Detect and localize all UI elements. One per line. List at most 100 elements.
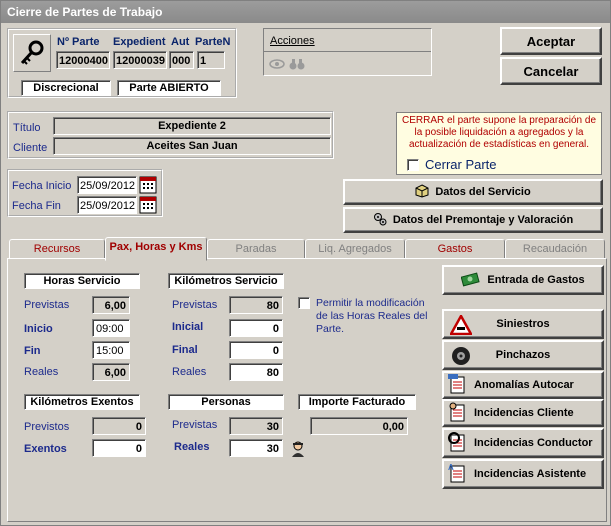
incidencias-asistente-button[interactable]: A Incidencias Asistente — [442, 459, 604, 489]
warning-icon — [448, 313, 474, 338]
tab-liq-agregados[interactable]: Liq. Agregados — [305, 239, 405, 259]
horas-reales-field: 6,00 — [92, 363, 130, 381]
tab-pax-horas-kms[interactable]: Pax, Horas y Kms — [105, 237, 207, 261]
client-report-icon — [448, 402, 468, 425]
money-icon — [461, 271, 481, 290]
binoculars-icon[interactable] — [289, 56, 305, 72]
entrada-gastos-label: Entrada de Gastos — [487, 274, 585, 286]
personas-previstas-label: Previstas — [172, 419, 218, 431]
calendar-fin-icon[interactable] — [139, 196, 157, 214]
dialog-window: Cierre de Partes de Trabajo Nº Parte Exp… — [0, 0, 611, 526]
assistant-report-icon: A — [448, 463, 468, 486]
km-exentos-previstos-field: 0 — [92, 417, 146, 435]
km-inicial-label: Inicial — [172, 321, 204, 333]
horas-fin-label: Fin — [24, 345, 41, 357]
gears-icon — [373, 212, 387, 229]
personas-title: Personas — [168, 394, 284, 410]
calendar-inicio-icon[interactable] — [139, 176, 157, 194]
titulo-label: Título — [13, 122, 41, 134]
titulo-cliente-group: Título Expediente 2 Cliente Aceites San … — [7, 111, 334, 159]
parten-field: 1 — [197, 51, 225, 69]
km-final-label: Final — [172, 344, 198, 356]
datos-servicio-button[interactable]: Datos del Servicio — [343, 179, 603, 205]
cerrar-panel: CERRAR el parte supone la preparación de… — [396, 112, 602, 175]
cerrar-parte-check[interactable] — [407, 158, 419, 171]
cliente-label: Cliente — [13, 142, 48, 154]
horas-previstas-label: Previstas — [24, 299, 70, 311]
aut-field: 000 — [169, 51, 194, 69]
km-reales-input[interactable]: 80 — [229, 363, 283, 381]
tire-icon — [450, 346, 472, 369]
horas-previstas-field: 6,00 — [92, 296, 130, 314]
cerrar-note: CERRAR el parte supone la preparación de… — [402, 115, 596, 150]
importe-title: Importe Facturado — [298, 394, 416, 410]
datos-premontaje-button[interactable]: Datos del Premontaje y Valoración — [343, 207, 603, 233]
cancelar-button[interactable]: Cancelar — [500, 57, 602, 85]
fecha-fin-input[interactable]: 25/09/2012 — [77, 196, 137, 214]
anomalias-autocar-button[interactable]: Anomalías Autocar — [442, 371, 604, 399]
col-aut-label: Aut — [171, 36, 190, 48]
fecha-inicio-label: Fecha Inicio — [12, 180, 72, 192]
permitir-label: Permitir la modificación de las Horas Re… — [316, 297, 428, 335]
incidencias-cliente-button[interactable]: Incidencias Cliente — [442, 399, 604, 427]
person-search-icon[interactable] — [287, 438, 309, 460]
permitir-checkbox[interactable] — [298, 297, 310, 312]
svg-text:A: A — [448, 463, 454, 472]
km-reales-label: Reales — [172, 366, 207, 378]
km-exentos-input[interactable]: 0 — [92, 439, 146, 457]
bus-report-icon — [448, 373, 468, 397]
tab-recursos[interactable]: Recursos — [9, 239, 105, 259]
datos-servicio-label: Datos del Servicio — [435, 186, 531, 198]
km-servicio-title: Kilómetros Servicio — [168, 273, 284, 289]
eye-icon[interactable] — [269, 56, 285, 72]
horas-inicio-label: Inicio — [24, 323, 53, 335]
km-exentos-label: Exentos — [24, 443, 67, 455]
km-final-input[interactable]: 0 — [229, 341, 283, 359]
fecha-inicio-input[interactable]: 25/09/2012 — [77, 176, 137, 194]
parte-number-field: 12000400 — [56, 51, 110, 69]
incidencias-conductor-label: Incidencias Conductor — [474, 437, 593, 449]
horas-fin-input[interactable]: 15:00 — [92, 341, 130, 359]
siniestros-label: Siniestros — [496, 318, 550, 330]
aceptar-button[interactable]: Aceptar — [500, 27, 602, 55]
personas-reales-label: Reales — [174, 441, 210, 453]
cliente-value: Aceites San Juan — [53, 137, 331, 155]
importe-field: 0,00 — [310, 417, 408, 435]
package-icon — [415, 183, 429, 201]
horas-servicio-title: Horas Servicio — [24, 273, 140, 289]
km-previstas-field: 80 — [229, 296, 283, 314]
col-parte-label: Nº Parte — [57, 36, 100, 48]
parte-header-group: Nº Parte Expedient Aut ParteN 12000400 1… — [7, 28, 237, 98]
incidencias-conductor-button[interactable]: Incidencias Conductor — [442, 428, 604, 458]
discrecional-badge: Discrecional — [21, 80, 111, 96]
cerrar-parte-checkbox[interactable]: Cerrar Parte — [407, 157, 497, 172]
datos-premontaje-label: Datos del Premontaje y Valoración — [392, 214, 574, 226]
key-icon — [13, 34, 51, 72]
col-expedient-label: Expedient — [113, 36, 166, 48]
km-previstas-label: Previstas — [172, 299, 218, 311]
personas-previstas-field: 30 — [229, 417, 283, 435]
fecha-fin-label: Fecha Fin — [12, 200, 61, 212]
personas-reales-input[interactable]: 30 — [229, 439, 283, 457]
horas-inicio-input[interactable]: 09:00 — [92, 319, 130, 337]
driver-report-icon — [448, 431, 468, 455]
titulo-value: Expediente 2 — [53, 117, 331, 135]
horas-reales-label: Reales — [24, 366, 59, 378]
window-title: Cierre de Partes de Trabajo — [1, 1, 610, 23]
tab-gastos[interactable]: Gastos — [405, 239, 505, 259]
km-exentos-title: Kilómetros Exentos — [24, 394, 140, 410]
tab-paradas[interactable]: Paradas — [207, 239, 305, 259]
pinchazos-label: Pinchazos — [495, 349, 551, 361]
fechas-group: Fecha Inicio 25/09/2012 Fecha Fin 25/09/… — [7, 169, 163, 217]
km-inicial-input[interactable]: 0 — [229, 319, 283, 337]
cerrar-parte-label: Cerrar Parte — [425, 157, 497, 172]
pinchazos-button[interactable]: Pinchazos — [442, 340, 604, 370]
acciones-divider — [264, 51, 431, 52]
anomalias-label: Anomalías Autocar — [474, 379, 574, 391]
permitir-check[interactable] — [298, 297, 310, 309]
tab-recaudacion[interactable]: Recaudación — [505, 239, 605, 259]
entrada-gastos-button[interactable]: Entrada de Gastos — [442, 265, 604, 295]
siniestros-button[interactable]: Siniestros — [442, 309, 604, 339]
col-parten-label: ParteN — [195, 36, 231, 48]
incidencias-cliente-label: Incidencias Cliente — [474, 407, 574, 419]
